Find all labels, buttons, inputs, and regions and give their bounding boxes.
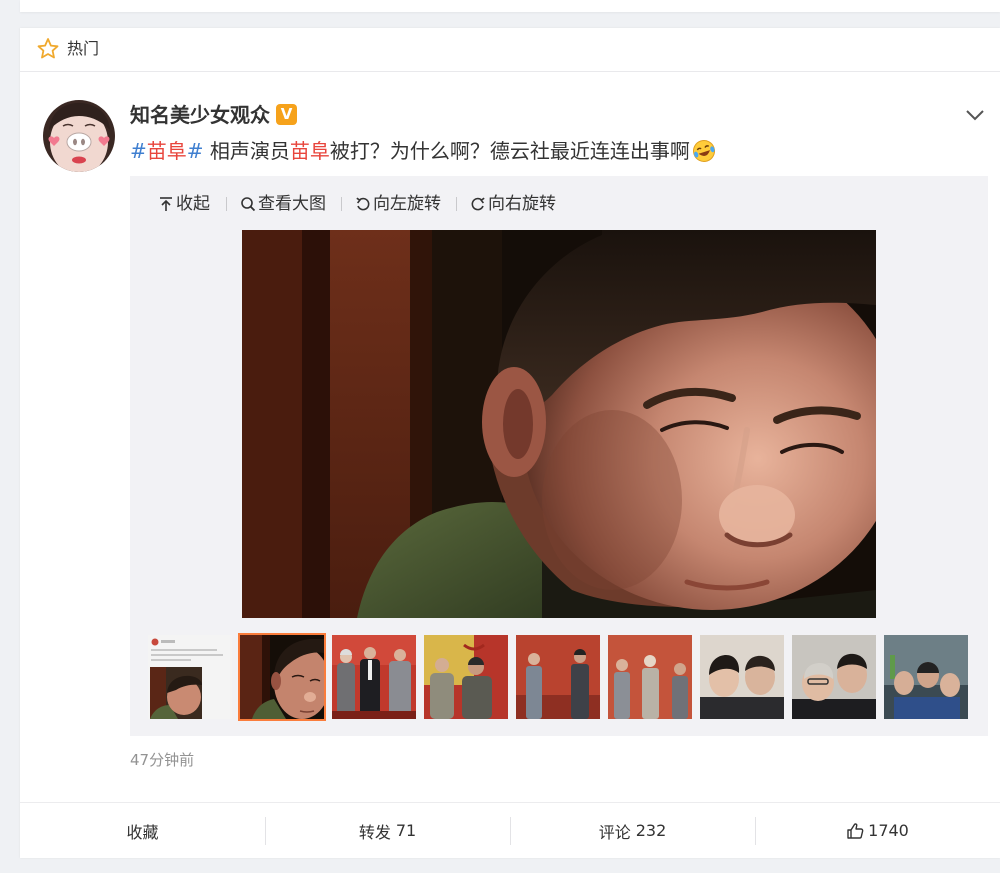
toolbar-divider (341, 197, 342, 211)
collapse-label: 收起 (176, 194, 210, 214)
post-text-segment: 被打？为什么啊？德云社最近连连出事啊 (329, 139, 690, 163)
topic-hash[interactable]: # (187, 139, 204, 163)
keyword-highlight: 苗阜 (289, 139, 330, 163)
thumbnail-image (332, 635, 416, 719)
rotate-right-icon (471, 197, 485, 211)
search-icon (241, 197, 256, 212)
section-header: 热门 (20, 28, 1000, 72)
media-viewer: 收起 查看大图 向左旋转 向右旋转 (130, 176, 988, 736)
repost-label: 转发 (358, 822, 391, 842)
thumbnail[interactable] (148, 635, 232, 719)
rotate-left-label: 向左旋转 (373, 194, 441, 214)
toolbar-divider (456, 197, 457, 211)
thumbs-up-icon (847, 822, 864, 839)
like-button[interactable]: 1740 (755, 803, 1000, 858)
repost-button[interactable]: 转发 71 (265, 803, 510, 858)
thumbnail-image (884, 635, 968, 719)
verified-badge: V (276, 104, 297, 125)
collapse-icon (160, 197, 172, 211)
favorite-label: 收藏 (126, 822, 159, 842)
rotate-left-icon (356, 197, 370, 211)
topic-hash[interactable]: # (130, 139, 147, 163)
thumbnail[interactable] (700, 635, 784, 719)
avatar-image (43, 100, 115, 172)
action-bar: 收藏 转发 71 评论 232 1740 (20, 802, 1000, 858)
thumbnail-image (148, 635, 232, 719)
thumbnail[interactable] (424, 635, 508, 719)
section-label: 热门 (67, 39, 100, 58)
topic-link[interactable]: #苗阜# (130, 139, 204, 163)
collapse-button[interactable]: 收起 (158, 190, 210, 218)
thumbnail-image (240, 635, 330, 719)
keyword-highlight[interactable]: 苗阜 (147, 139, 187, 163)
view-large-button[interactable]: 查看大图 (240, 190, 326, 218)
author-name[interactable]: 知名美少女观众 (130, 102, 270, 128)
repost-count: 71 (395, 821, 417, 840)
favorite-button[interactable]: 收藏 (20, 803, 265, 858)
like-count: 1740 (868, 821, 909, 840)
chevron-down-icon[interactable] (965, 108, 985, 122)
avatar[interactable] (43, 100, 115, 172)
comment-button[interactable]: 评论 232 (510, 803, 755, 858)
rotate-right-label: 向右旋转 (488, 194, 556, 214)
thumbnail-image (516, 635, 600, 719)
star-icon (37, 38, 59, 59)
toolbar-divider (226, 197, 227, 211)
expanded-image[interactable] (242, 230, 902, 618)
photo (242, 230, 902, 618)
view-large-label: 查看大图 (258, 194, 326, 214)
thumbnail-image (424, 635, 508, 719)
previous-post-card (20, 0, 1000, 12)
rotate-right-button[interactable]: 向右旋转 (470, 190, 556, 218)
rotate-left-button[interactable]: 向左旋转 (355, 190, 441, 218)
comment-label: 评论 (598, 822, 631, 842)
thumbnail[interactable] (608, 635, 692, 719)
post-card: 热门 知名美少女观众 V #苗阜# 相声演员苗阜被打？为什么啊？德云社最近连连出… (20, 28, 1000, 858)
post-text: #苗阜# 相声演员苗阜被打？为什么啊？德云社最近连连出事啊 (130, 138, 716, 164)
thumbnail[interactable] (332, 635, 416, 719)
laugh-cry-emoji-icon (692, 139, 716, 163)
thumbnail-image (608, 635, 692, 719)
thumbnail[interactable] (516, 635, 600, 719)
post-timestamp[interactable]: 47分钟前 (130, 750, 194, 770)
comment-count: 232 (635, 821, 667, 840)
thumbnail[interactable] (884, 635, 968, 719)
thumbnail-image (792, 635, 876, 719)
thumbnail-image (700, 635, 784, 719)
thumbnail[interactable] (240, 635, 330, 719)
thumbnail[interactable] (792, 635, 876, 719)
post-text-segment: 相声演员 (203, 139, 290, 163)
